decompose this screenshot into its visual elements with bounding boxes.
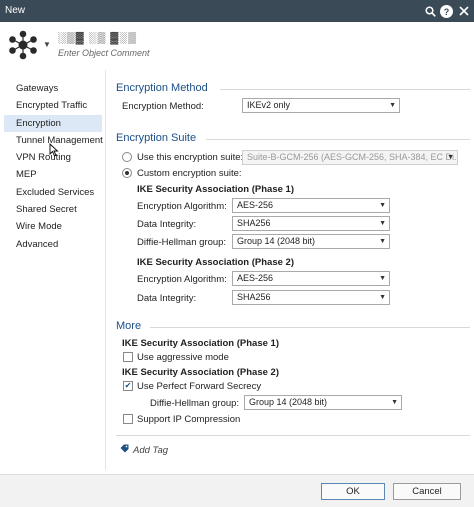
sidebar-item-encryption[interactable]: Encryption [4,114,102,132]
tag-icon [120,444,129,456]
sidebar-item-wire-mode[interactable]: Wire Mode [4,218,102,235]
window-title: New [5,5,26,16]
add-tag-link[interactable]: Add Tag [133,445,168,456]
phase1-dh-select[interactable]: Group 14 (2048 bit) ▼ [232,234,390,249]
section-divider [220,89,470,90]
ip-compression-checkbox[interactable] [123,414,133,424]
custom-suite-radio[interactable] [122,168,132,178]
chevron-down-icon: ▼ [447,154,454,161]
network-cluster-icon[interactable] [8,30,38,60]
chevron-down-icon: ▼ [379,202,386,209]
phase1-integrity-label: Data Integrity: [137,219,197,230]
mouse-pointer-icon [49,143,59,157]
encryption-suite-value: Suite-B-GCM-256 (AES-GCM-256, SHA-384, E… [247,152,458,162]
chevron-down-icon: ▼ [379,294,386,301]
encryption-suite-select[interactable]: Suite-B-GCM-256 (AES-GCM-256, SHA-384, E… [242,150,458,165]
phase1-dh-value: Group 14 (2048 bit) [237,236,316,246]
dialog-footer: OK Cancel [0,474,474,507]
sidebar-item-mep[interactable]: MEP [4,166,102,183]
section-divider [206,139,470,140]
use-suite-label: Use this encryption suite: [137,152,244,163]
more-phase1-title: IKE Security Association (Phase 1) [122,338,279,349]
pfs-checkbox[interactable]: ✔ [123,381,133,391]
help-icon[interactable]: ? [440,5,453,18]
phase2-integrity-label: Data Integrity: [137,293,197,304]
search-icon[interactable] [423,4,437,18]
phase2-encryption-label: Encryption Algorithm: [137,274,227,285]
custom-suite-label: Custom encryption suite: [137,168,242,179]
sidebar-item-gateways[interactable]: Gateways [4,80,102,97]
sidebar-item-advanced[interactable]: Advanced [4,236,102,253]
phase2-integrity-select[interactable]: SHA256 ▼ [232,290,390,305]
chevron-down-icon: ▼ [391,399,398,406]
close-icon[interactable] [457,4,471,18]
sidebar: Gateways Encrypted Traffic Encryption Tu… [4,80,103,253]
phase1-title: IKE Security Association (Phase 1) [137,184,294,195]
use-suite-radio[interactable] [122,152,132,162]
chevron-down-icon: ▼ [379,238,386,245]
object-name[interactable]: ░▒▓ ░▒ ▓░▒ [58,32,137,44]
chevron-down-icon: ▼ [379,275,386,282]
section-divider [116,435,470,436]
title-bar: New ? [0,0,474,22]
ip-compression-label: Support IP Compression [137,414,241,425]
phase2-integrity-value: SHA256 [237,292,271,302]
phase1-encryption-select[interactable]: AES-256 ▼ [232,198,390,213]
encryption-method-value: IKEv2 only [247,100,291,110]
phase1-integrity-value: SHA256 [237,218,271,228]
section-title-encryption-method: Encryption Method [116,82,208,94]
sidebar-item-encrypted-traffic[interactable]: Encrypted Traffic [4,97,102,114]
encryption-method-select[interactable]: IKEv2 only ▼ [242,98,400,113]
phase1-integrity-select[interactable]: SHA256 ▼ [232,216,390,231]
sidebar-item-shared-secret[interactable]: Shared Secret [4,201,102,218]
pfs-dh-select[interactable]: Group 14 (2048 bit) ▼ [244,395,402,410]
object-comment-field[interactable]: Enter Object Comment [58,48,150,58]
encryption-method-label: Encryption Method: [122,101,204,112]
phase2-encryption-value: AES-256 [237,273,274,283]
object-header: ▼ ░▒▓ ░▒ ▓░▒ Enter Object Comment [0,22,474,66]
pfs-dh-label: Diffie-Hellman group: [150,398,240,409]
section-title-encryption-suite: Encryption Suite [116,132,197,144]
section-divider [150,327,470,328]
aggressive-mode-label: Use aggressive mode [137,352,229,363]
more-phase2-title: IKE Security Association (Phase 2) [122,367,279,378]
phase1-encryption-value: AES-256 [237,200,274,210]
chevron-down-icon: ▼ [379,220,386,227]
phase2-encryption-select[interactable]: AES-256 ▼ [232,271,390,286]
chevron-down-icon[interactable]: ▼ [43,40,51,49]
encryption-panel: Encryption Method Encryption Method: IKE… [108,76,470,472]
panel-divider [105,70,106,470]
phase2-title: IKE Security Association (Phase 2) [137,257,294,268]
ok-button[interactable]: OK [321,483,385,500]
phase1-dh-label: Diffie-Hellman group: [137,237,227,248]
chevron-down-icon: ▼ [389,102,396,109]
pfs-dh-value: Group 14 (2048 bit) [249,397,328,407]
pfs-label: Use Perfect Forward Secrecy [137,381,262,392]
cancel-button[interactable]: Cancel [393,483,461,500]
phase1-encryption-label: Encryption Algorithm: [137,201,227,212]
sidebar-item-excluded-services[interactable]: Excluded Services [4,184,102,201]
section-title-more: More [116,320,142,332]
aggressive-mode-checkbox[interactable] [123,352,133,362]
